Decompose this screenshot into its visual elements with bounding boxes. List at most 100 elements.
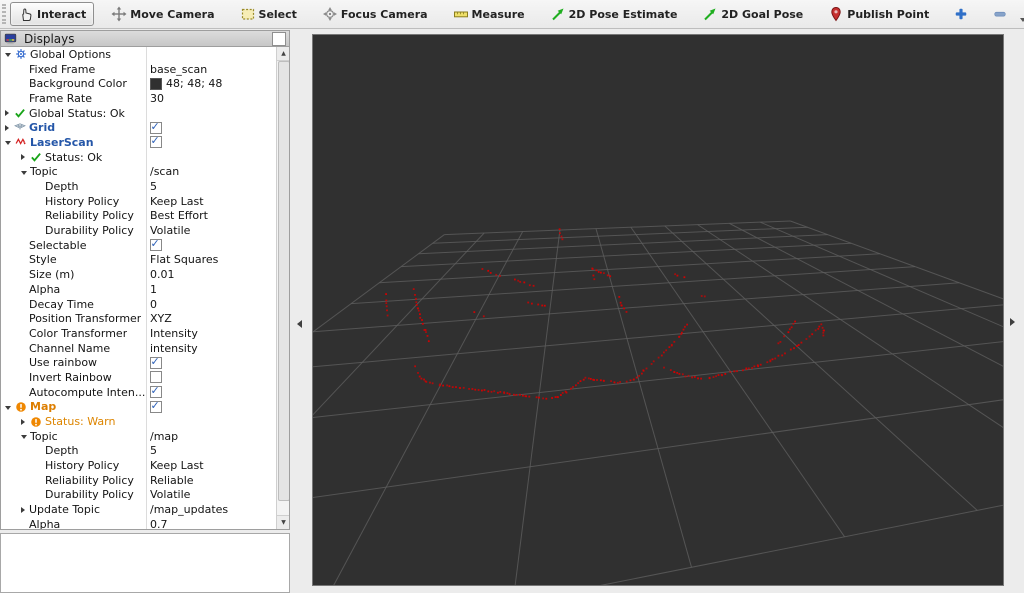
property-row-map[interactable]: Map (1, 399, 277, 415)
property-label-cell: Decay Time (1, 297, 166, 312)
property-row-color-transformer[interactable]: Color Transformer Intensity (1, 326, 277, 341)
toolbar-overflow-caret-icon[interactable] (1020, 18, 1024, 22)
add-tool-button[interactable] (946, 3, 976, 25)
expand-open-arrow-icon[interactable] (21, 170, 27, 175)
property-value[interactable]: /map (150, 430, 178, 443)
property-value[interactable]: 5 (150, 180, 157, 193)
checkbox-checked[interactable] (150, 238, 162, 252)
checkbox-checked[interactable] (150, 135, 162, 149)
tree-scrollbar[interactable]: ▲ ▼ (276, 47, 289, 529)
property-value[interactable]: 30 (150, 92, 164, 105)
property-label: Alpha (29, 517, 61, 529)
remove-tool-button[interactable] (985, 3, 1015, 25)
expand-open-arrow-icon[interactable] (5, 141, 11, 146)
property-value[interactable]: Keep Last (150, 459, 204, 472)
property-value[interactable]: 0 (150, 298, 157, 311)
property-row-durability-policy[interactable]: Durability Policy Volatile (1, 487, 277, 503)
checkbox-unchecked[interactable] (150, 371, 162, 384)
property-value[interactable]: Reliable (150, 474, 194, 487)
property-row-size-m-[interactable]: Size (m) 0.01 (1, 267, 277, 282)
move-camera-button[interactable]: Move Camera (103, 2, 222, 26)
property-row-autocompute-inten-[interactable]: Autocompute Inten... (1, 384, 277, 400)
property-row-global-status-ok[interactable]: Global Status: Ok (1, 105, 277, 121)
expand-closed-arrow-icon[interactable] (5, 110, 9, 117)
property-row-style[interactable]: Style Flat Squares (1, 252, 277, 268)
2d-pose-estimate-button[interactable]: 2D Pose Estimate (542, 2, 686, 26)
property-value[interactable]: Volatile (150, 224, 190, 237)
expand-open-arrow-icon[interactable] (5, 405, 11, 410)
property-row-depth[interactable]: Depth 5 (1, 179, 277, 194)
property-value[interactable]: Best Effort (150, 209, 208, 222)
interact-button[interactable]: Interact (10, 2, 95, 26)
property-row-reliability-policy[interactable]: Reliability Policy Reliable (1, 472, 277, 488)
property-row-update-topic[interactable]: Update Topic/map_updates (1, 502, 277, 517)
property-row-alpha[interactable]: Alpha 0.7 (1, 517, 277, 529)
scrollbar-thumb[interactable] (278, 61, 289, 501)
focus-camera-button[interactable]: Focus Camera (314, 2, 436, 26)
interact-label: Interact (37, 7, 87, 21)
property-value[interactable]: base_scan (150, 63, 207, 76)
property-value[interactable]: intensity (150, 342, 198, 355)
expand-open-arrow-icon[interactable] (21, 435, 27, 440)
property-row-status-ok[interactable]: Status: Ok (1, 149, 277, 165)
grid-lines (313, 220, 1003, 585)
property-row-grid[interactable]: Grid (1, 120, 277, 136)
property-row-history-policy[interactable]: History Policy Keep Last (1, 193, 277, 209)
property-row-use-rainbow[interactable]: Use rainbow (1, 355, 277, 371)
property-value[interactable]: 1 (150, 283, 157, 296)
property-row-invert-rainbow[interactable]: Invert Rainbow (1, 370, 277, 385)
property-row-laserscan[interactable]: LaserScan (1, 135, 277, 150)
property-row-history-policy[interactable]: History Policy Keep Last (1, 458, 277, 473)
property-value[interactable]: Volatile (150, 488, 190, 501)
property-value-cell (146, 399, 277, 415)
collapse-left-arrow-icon[interactable] (297, 320, 302, 328)
property-value[interactable]: 48; 48; 48 (166, 77, 222, 90)
publish-point-button[interactable]: Publish Point (820, 2, 937, 26)
property-value-cell: /scan (146, 164, 277, 180)
property-row-position-transformer[interactable]: Position Transformer XYZ (1, 311, 277, 327)
expand-open-arrow-icon[interactable] (5, 53, 11, 58)
property-value[interactable]: XYZ (150, 312, 172, 325)
property-row-alpha[interactable]: Alpha 1 (1, 282, 277, 297)
property-value[interactable]: /scan (150, 165, 179, 178)
property-row-depth[interactable]: Depth 5 (1, 443, 277, 459)
property-value[interactable]: 0.7 (150, 518, 168, 529)
checkbox-checked[interactable] (150, 355, 162, 369)
property-row-selectable[interactable]: Selectable (1, 237, 277, 253)
expand-closed-arrow-icon[interactable] (21, 506, 25, 513)
toolbar-drag-handle[interactable] (2, 4, 6, 24)
property-row-topic[interactable]: Topic/map (1, 428, 277, 444)
property-row-decay-time[interactable]: Decay Time 0 (1, 296, 277, 312)
property-value[interactable]: Keep Last (150, 195, 204, 208)
property-value[interactable]: /map_updates (150, 503, 228, 516)
checkbox-checked[interactable] (150, 385, 162, 399)
collapse-right-arrow-icon[interactable] (1010, 318, 1015, 326)
property-value[interactable]: 5 (150, 444, 157, 457)
property-row-reliability-policy[interactable]: Reliability Policy Best Effort (1, 208, 277, 224)
property-value[interactable]: 0.01 (150, 268, 175, 281)
property-row-fixed-frame[interactable]: Fixed Frame base_scan (1, 61, 277, 77)
scrollbar-down-arrow[interactable]: ▼ (277, 515, 289, 529)
property-row-channel-name[interactable]: Channel Name intensity (1, 340, 277, 356)
expand-closed-arrow-icon[interactable] (21, 418, 25, 425)
2d-goal-pose-button[interactable]: 2D Goal Pose (694, 2, 811, 26)
property-label: Topic (30, 165, 58, 179)
property-row-topic[interactable]: Topic/scan (1, 164, 277, 180)
render-viewport-3d[interactable] (312, 34, 1004, 586)
checkbox-checked[interactable] (150, 400, 162, 413)
select-button[interactable]: Select (232, 2, 305, 26)
property-row-background-color[interactable]: Background Color 48; 48; 48 (1, 76, 277, 92)
expand-closed-arrow-icon[interactable] (21, 154, 25, 161)
checkbox-checked[interactable] (150, 120, 162, 134)
scrollbar-up-arrow[interactable]: ▲ (277, 47, 289, 61)
property-row-frame-rate[interactable]: Frame Rate 30 (1, 91, 277, 106)
property-value[interactable]: Flat Squares (150, 253, 218, 266)
property-row-status-warn[interactable]: Status: Warn (1, 414, 277, 429)
property-row-global-options[interactable]: Global Options (1, 47, 277, 62)
measure-button[interactable]: Measure (445, 2, 533, 26)
property-row-durability-policy[interactable]: Durability Policy Volatile (1, 223, 277, 238)
property-label-cell: Topic (1, 165, 166, 180)
property-value[interactable]: Intensity (150, 327, 198, 340)
expand-closed-arrow-icon[interactable] (5, 124, 9, 131)
panel-float-button[interactable] (272, 31, 286, 46)
